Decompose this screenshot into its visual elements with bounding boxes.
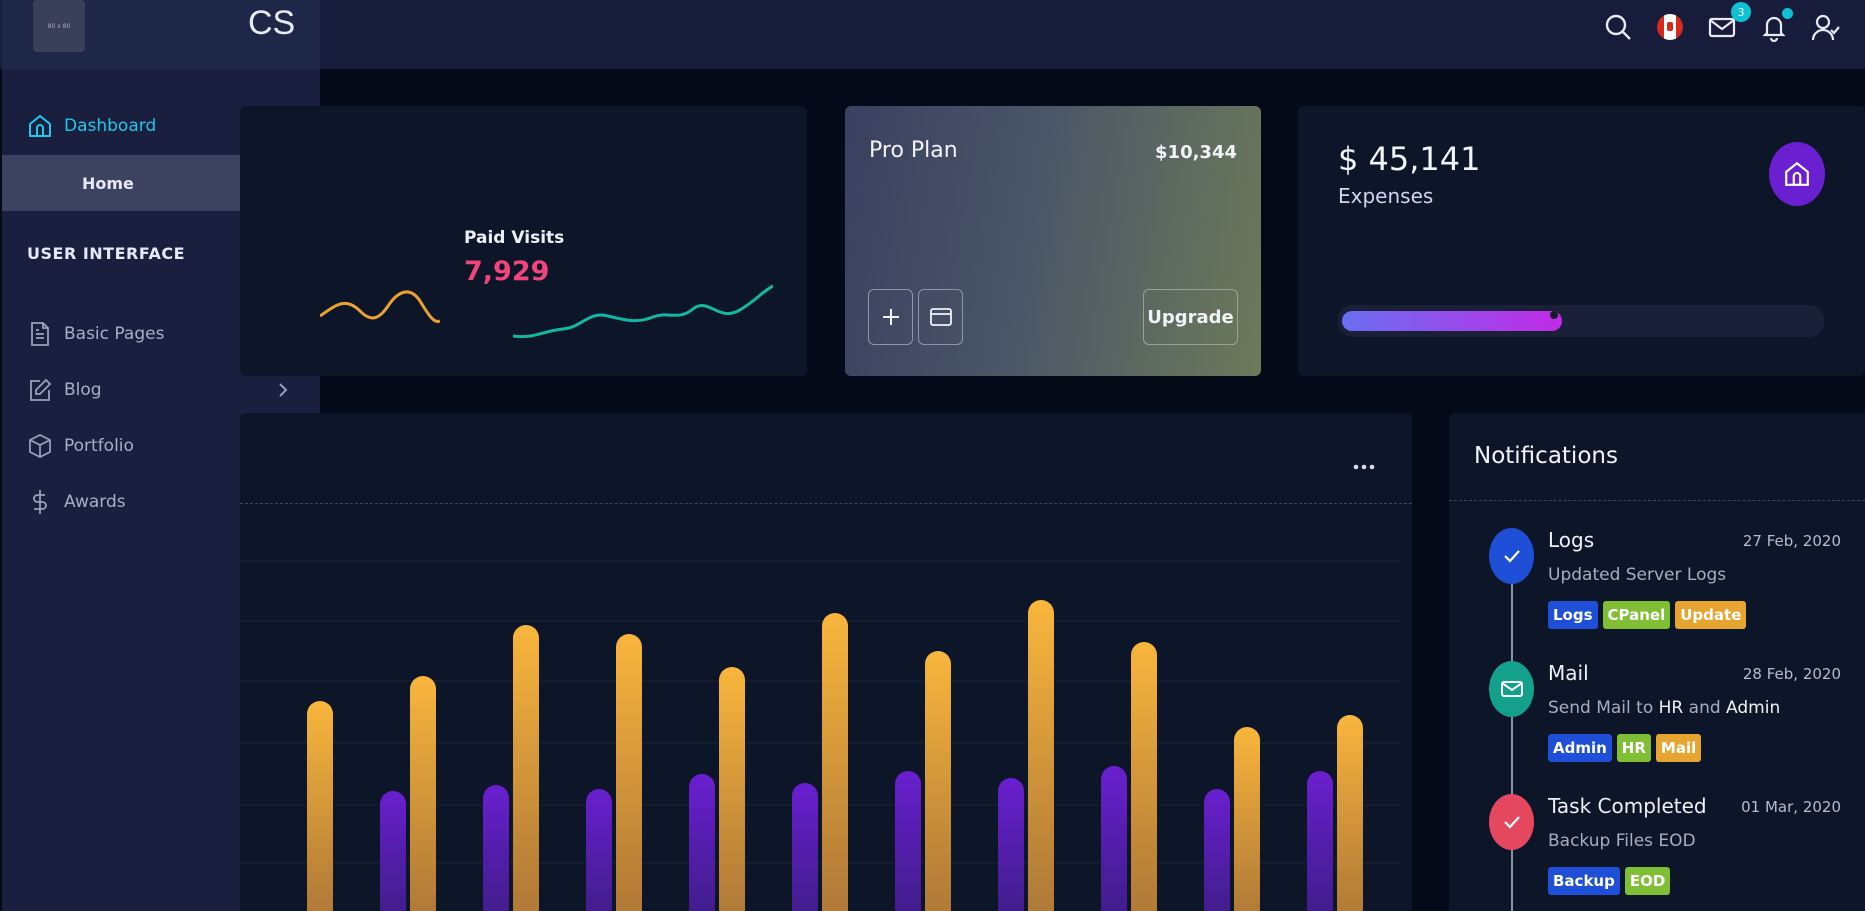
notification-desc: Send Mail to HR and Admin — [1548, 698, 1780, 718]
add-button[interactable] — [868, 289, 913, 345]
bar-orange[interactable] — [925, 651, 951, 911]
bar-orange[interactable] — [513, 625, 539, 911]
notifications-title: Notifications — [1474, 443, 1618, 469]
bell-icon[interactable] — [1759, 8, 1793, 42]
credit-card-icon — [929, 308, 952, 326]
language-flag-icon[interactable] — [1655, 12, 1685, 42]
tag[interactable]: EOD — [1624, 867, 1671, 895]
mail-icon[interactable]: 3 — [1707, 2, 1751, 42]
tag[interactable]: Logs — [1548, 601, 1598, 629]
notification-tags: Backup EOD — [1548, 867, 1671, 895]
tag[interactable]: Backup — [1548, 867, 1620, 895]
brand-name: CS — [248, 4, 296, 42]
bar-orange[interactable] — [410, 676, 436, 911]
bar-purple[interactable] — [380, 791, 406, 911]
chart-card — [240, 413, 1412, 911]
notifications-divider — [1449, 500, 1865, 501]
progress-knob — [1550, 311, 1558, 319]
bar-purple[interactable] — [586, 789, 612, 911]
bar-orange[interactable] — [822, 613, 848, 911]
sidebar-item-label: Basic Pages — [64, 324, 165, 344]
bar-orange[interactable] — [616, 634, 642, 911]
bar-purple[interactable] — [689, 774, 715, 911]
logo-placeholder-text: 80 x 80 — [47, 22, 71, 30]
plan-price: $10,344 — [1155, 142, 1237, 163]
chevron-right-icon — [279, 383, 288, 397]
sidebar-section-title: USER INTERFACE — [27, 244, 185, 263]
top-icons: 3 — [1603, 0, 1841, 54]
search-icon[interactable] — [1603, 12, 1633, 42]
edit-icon — [26, 376, 54, 404]
visits-card: Paid Visits 7,929 — [240, 106, 807, 376]
plus-icon — [882, 309, 899, 325]
bar-chart — [240, 560, 1400, 911]
bar-purple[interactable] — [1204, 789, 1230, 911]
paid-visits-label: Paid Visits — [464, 228, 565, 248]
card-button[interactable] — [918, 289, 963, 345]
notification-dot — [1782, 8, 1793, 19]
expenses-label: Expenses — [1338, 184, 1434, 208]
sidebar-item-label: Dashboard — [64, 116, 157, 136]
notification-desc: Updated Server Logs — [1548, 565, 1727, 585]
user-check-icon[interactable] — [1811, 12, 1841, 42]
expenses-progress-bar — [1338, 305, 1824, 337]
check-icon — [1489, 528, 1534, 584]
notification-date: 01 Mar, 2020 — [1741, 798, 1841, 816]
bar-orange[interactable] — [1028, 600, 1054, 911]
home-icon — [26, 112, 54, 140]
bar-purple[interactable] — [792, 783, 818, 911]
tag[interactable]: CPanel — [1602, 601, 1671, 629]
expenses-amount: $ 45,141 — [1338, 140, 1481, 178]
expenses-card: $ 45,141 Expenses — [1298, 106, 1865, 376]
notification-title: Logs — [1548, 528, 1595, 552]
sidebar-subitem-label: Home — [82, 173, 134, 193]
pro-plan-card: Pro Plan $10,344 Upgrade — [845, 106, 1261, 376]
sidebar-item-label: Awards — [64, 492, 126, 512]
sidebar-header: 80 x 80 CS — [2, 0, 320, 69]
bar-orange[interactable] — [1234, 727, 1260, 911]
upgrade-button[interactable]: Upgrade — [1143, 289, 1238, 345]
notification-date: 28 Feb, 2020 — [1742, 665, 1841, 683]
timeline-line — [1511, 563, 1513, 911]
notification-title: Mail — [1548, 661, 1589, 685]
plan-title: Pro Plan — [869, 138, 958, 163]
mail-count-badge: 3 — [1731, 2, 1751, 22]
desc-text: Send Mail to — [1548, 698, 1654, 718]
notification-date: 27 Feb, 2020 — [1742, 532, 1841, 550]
tag[interactable]: Admin — [1548, 734, 1612, 762]
sidebar-item-label: Blog — [64, 380, 102, 400]
bar-purple[interactable] — [483, 785, 509, 911]
expenses-progress-fill — [1342, 311, 1562, 331]
bar-orange[interactable] — [307, 701, 333, 911]
notification-tags: Logs CPanel Update — [1548, 601, 1747, 629]
box-icon — [26, 432, 54, 460]
notifications-card: Notifications Logs 27 Feb, 2020 Updated … — [1449, 413, 1865, 911]
bar-purple[interactable] — [1101, 766, 1127, 911]
sparkline-teal — [513, 284, 773, 339]
notification-tags: Admin HR Mail — [1548, 734, 1702, 762]
desc-strong: Admin — [1726, 698, 1781, 718]
notification-desc: Backup Files EOD — [1548, 831, 1696, 851]
bar-orange[interactable] — [719, 667, 745, 911]
bar-orange[interactable] — [1337, 715, 1363, 911]
document-icon — [26, 320, 54, 348]
sparkline-orange — [320, 290, 440, 323]
tag[interactable]: HR — [1616, 734, 1651, 762]
desc-strong: HR — [1658, 698, 1684, 718]
notification-title: Task Completed — [1548, 794, 1707, 818]
bar-purple[interactable] — [998, 778, 1024, 911]
logo[interactable]: 80 x 80 — [33, 0, 85, 52]
home-icon — [1769, 142, 1825, 206]
bar-purple[interactable] — [895, 771, 921, 911]
tag[interactable]: Update — [1675, 601, 1747, 629]
desc-text: and — [1688, 698, 1721, 718]
tag[interactable]: Mail — [1655, 734, 1702, 762]
bar-orange[interactable] — [1131, 642, 1157, 911]
bar-purple[interactable] — [1307, 771, 1333, 911]
check-icon — [1489, 794, 1534, 850]
mail-icon — [1489, 661, 1534, 717]
dollar-icon — [26, 488, 54, 516]
sidebar-item-label: Portfolio — [64, 436, 134, 456]
